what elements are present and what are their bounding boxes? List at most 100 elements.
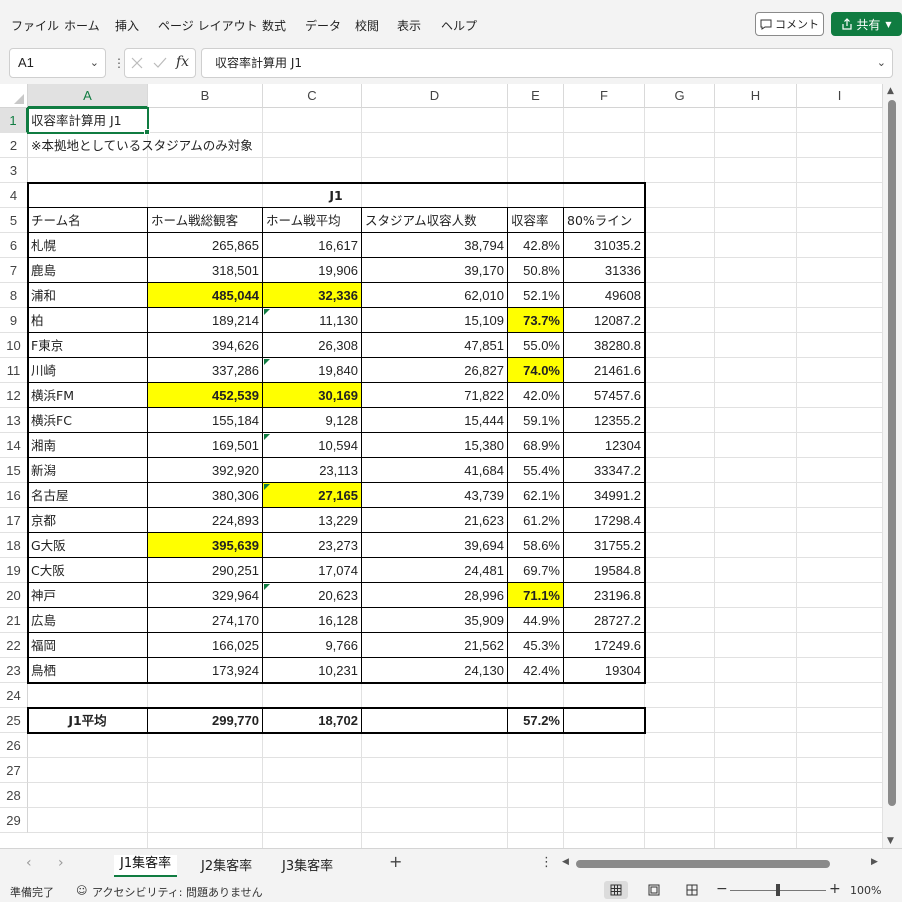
table-cell-team[interactable]: 鹿島 [28, 258, 147, 283]
table-cell-team[interactable]: C大阪 [28, 558, 147, 583]
fill-handle[interactable] [144, 129, 150, 135]
column-header-c[interactable]: C [263, 84, 362, 108]
table-cell-team[interactable]: 福岡 [28, 633, 147, 658]
table-cell-line80[interactable]: 12304 [564, 433, 644, 458]
menu-file[interactable]: ファイル [11, 17, 59, 34]
row-header-7[interactable]: 7 [0, 258, 28, 283]
row-header-6[interactable]: 6 [0, 233, 28, 258]
table-cell-line80[interactable]: 31755.2 [564, 533, 644, 558]
table-cell-capacity[interactable]: 15,444 [362, 408, 507, 433]
table-cell-total[interactable]: 395,639 [148, 533, 262, 558]
table-cell-avg[interactable]: 26,308 [263, 333, 361, 358]
table-cell-total[interactable]: 224,893 [148, 508, 262, 533]
table-header-total[interactable]: ホーム戦総観客 [148, 208, 262, 233]
table-cell-capacity[interactable]: 43,739 [362, 483, 507, 508]
table-cell-rate[interactable]: 42.0% [508, 383, 563, 408]
row-header-5[interactable]: 5 [0, 208, 28, 233]
table-cell-line80[interactable]: 34991.2 [564, 483, 644, 508]
menu-insert[interactable]: 挿入 [115, 17, 139, 34]
table-cell-avg[interactable]: 32,336 [263, 283, 361, 308]
error-indicator-icon[interactable] [264, 309, 270, 315]
table-cell-avg[interactable]: 17,074 [263, 558, 361, 583]
table-cell-rate[interactable]: 58.6% [508, 533, 563, 558]
table-cell-total[interactable]: 173,924 [148, 658, 262, 683]
table-cell-line80[interactable]: 17298.4 [564, 508, 644, 533]
worksheet-grid[interactable]: ABCDEFGHI 1 2 3 4 5 6 7 8 9 10 11 12 13 14 15 16 17 18 19 2… [0, 84, 883, 848]
table-cell-rate[interactable]: 68.9% [508, 433, 563, 458]
column-header-f[interactable]: F [564, 84, 645, 108]
table-cell-total[interactable]: 265,865 [148, 233, 262, 258]
table-cell-rate[interactable]: 62.1% [508, 483, 563, 508]
table-cell-team[interactable]: 横浜FM [28, 383, 147, 408]
menu-help[interactable]: ヘルプ [441, 17, 477, 34]
row-header-9[interactable]: 9 [0, 308, 28, 333]
table-cell-avg[interactable]: 10,594 [263, 433, 361, 458]
row-header-8[interactable]: 8 [0, 283, 28, 308]
tab-j3-attendance[interactable]: J3集客率 [282, 855, 333, 874]
table-cell-line80[interactable]: 49608 [564, 283, 644, 308]
scroll-up-icon[interactable]: ▲ [887, 86, 894, 96]
expand-formula-bar-icon[interactable]: ⌄ [877, 49, 886, 77]
table-cell-total[interactable]: 485,044 [148, 283, 262, 308]
table-header-capacity[interactable]: スタジアム収容人数 [362, 208, 507, 233]
table-cell-avg[interactable]: 9,766 [263, 633, 361, 658]
add-sheet-icon[interactable]: + [389, 852, 402, 871]
table-cell-line80[interactable]: 12087.2 [564, 308, 644, 333]
scroll-left-icon[interactable]: ◀ [562, 857, 569, 867]
zoom-out-icon[interactable]: − [716, 881, 728, 897]
table-cell-team[interactable]: 横浜FC [28, 408, 147, 433]
error-indicator-icon[interactable] [264, 484, 270, 490]
accessibility-icon[interactable]: ☺ [76, 884, 87, 897]
enter-check-icon[interactable] [153, 57, 167, 69]
table-cell-capacity[interactable]: 41,684 [362, 458, 507, 483]
row-header-13[interactable]: 13 [0, 408, 28, 433]
page-layout-view-button[interactable] [642, 881, 666, 899]
avg-row-rate[interactable]: 57.2% [508, 708, 563, 733]
table-cell-capacity[interactable]: 62,010 [362, 283, 507, 308]
table-cell-total[interactable]: 155,184 [148, 408, 262, 433]
table-cell-rate[interactable]: 44.9% [508, 608, 563, 633]
table-cell-rate[interactable]: 74.0% [508, 358, 563, 383]
table-cell-avg[interactable]: 23,113 [263, 458, 361, 483]
table-cell-avg[interactable]: 16,617 [263, 233, 361, 258]
table-cell-team[interactable]: 浦和 [28, 283, 147, 308]
name-box[interactable]: A1 ⌄ [9, 48, 106, 78]
table-cell-total[interactable]: 337,286 [148, 358, 262, 383]
row-header-23[interactable]: 23 [0, 658, 28, 683]
table-cell-total[interactable]: 166,025 [148, 633, 262, 658]
cancel-icon[interactable] [131, 57, 143, 69]
menu-review[interactable]: 校閲 [355, 17, 379, 34]
table-cell-team[interactable]: 京都 [28, 508, 147, 533]
error-indicator-icon[interactable] [264, 584, 270, 590]
table-cell-avg[interactable]: 16,128 [263, 608, 361, 633]
table-cell-capacity[interactable]: 28,996 [362, 583, 507, 608]
row-header-14[interactable]: 14 [0, 433, 28, 458]
table-cell-capacity[interactable]: 24,130 [362, 658, 507, 683]
column-header-i[interactable]: I [797, 84, 883, 108]
row-header-21[interactable]: 21 [0, 608, 28, 633]
vertical-scrollbar[interactable]: ▲ ▼ [883, 84, 902, 848]
normal-view-button[interactable] [604, 881, 628, 899]
table-cell-rate[interactable]: 52.1% [508, 283, 563, 308]
column-header-h[interactable]: H [715, 84, 797, 108]
column-header-b[interactable]: B [148, 84, 263, 108]
zoom-slider-thumb[interactable] [776, 884, 780, 896]
table-cell-rate[interactable]: 50.8% [508, 258, 563, 283]
table-cell-capacity[interactable]: 39,694 [362, 533, 507, 558]
table-cell-avg[interactable]: 27,165 [263, 483, 361, 508]
table-cell-total[interactable]: 394,626 [148, 333, 262, 358]
row-header-27[interactable]: 27 [0, 758, 28, 783]
table-cell-avg[interactable]: 11,130 [263, 308, 361, 333]
error-indicator-icon[interactable] [264, 359, 270, 365]
row-header-11[interactable]: 11 [0, 358, 28, 383]
row-header-10[interactable]: 10 [0, 333, 28, 358]
table-cell-capacity[interactable]: 15,380 [362, 433, 507, 458]
table-cell-capacity[interactable]: 26,827 [362, 358, 507, 383]
table-cell-rate[interactable]: 55.4% [508, 458, 563, 483]
table-cell-total[interactable]: 274,170 [148, 608, 262, 633]
table-cell-line80[interactable]: 57457.6 [564, 383, 644, 408]
table-cell-line80[interactable]: 33347.2 [564, 458, 644, 483]
select-all-corner[interactable] [0, 84, 28, 108]
table-cell-line80[interactable]: 19304 [564, 658, 644, 683]
table-cell-rate[interactable]: 42.8% [508, 233, 563, 258]
